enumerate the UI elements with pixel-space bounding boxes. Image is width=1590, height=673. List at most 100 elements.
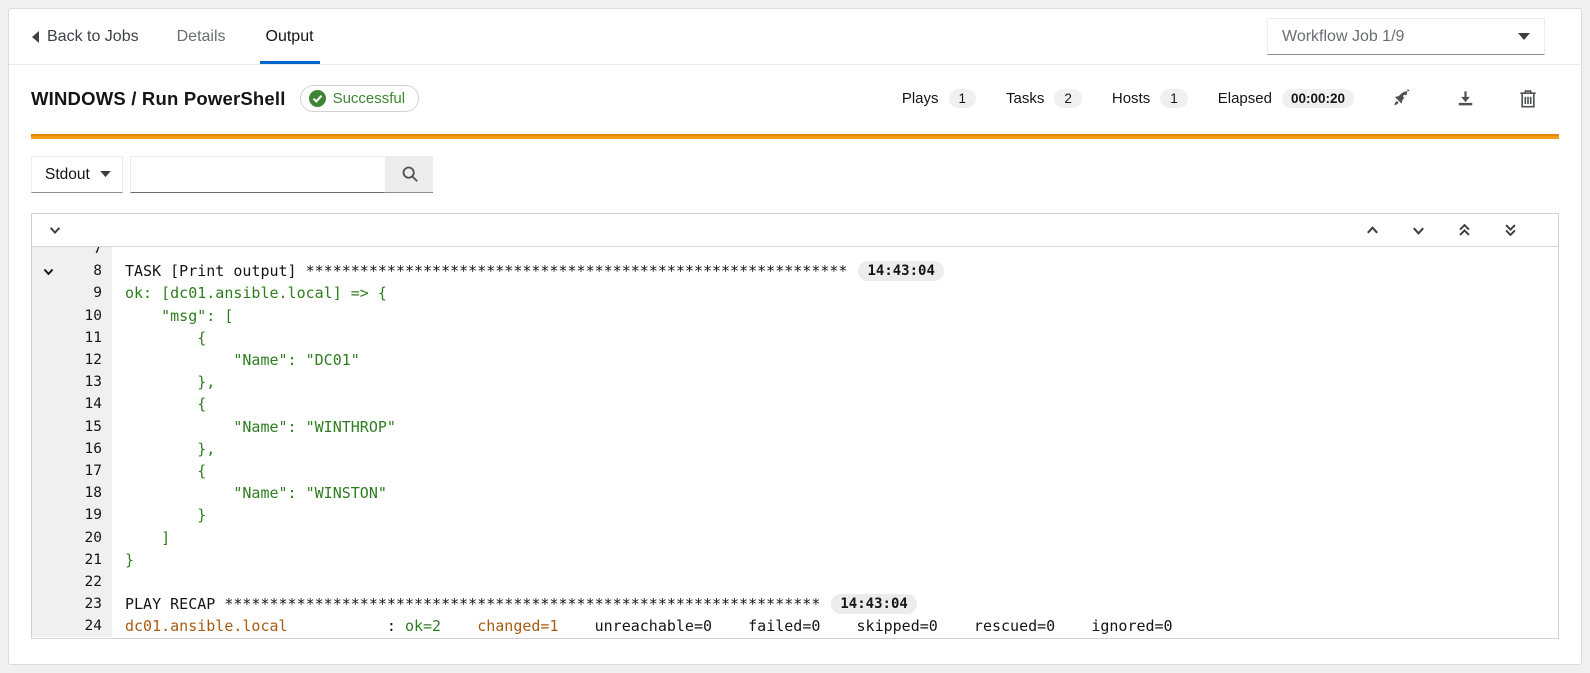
delete-job-button[interactable] [1519,89,1537,109]
line-number: 23 [64,596,112,612]
scroll-up-button[interactable] [1365,223,1380,238]
console-line: 13 }, [32,371,1558,393]
console-line: 12 "Name": "DC01" [32,349,1558,371]
download-icon [1456,89,1475,108]
line-text-segment: ok=2 [405,617,441,635]
workflow-job-select[interactable]: Workflow Job 1/9 [1267,18,1545,55]
status-badge: Successful [300,85,420,112]
job-status-bar [31,134,1559,139]
tab-details[interactable]: Details [171,9,232,64]
line-text-segment: { [125,395,206,413]
console-line: 10 "msg": [ [32,305,1558,327]
output-filter-select[interactable]: Stdout [31,156,123,193]
line-number: 19 [64,507,112,523]
search-input[interactable] [130,156,386,193]
console-line: 23 PLAY RECAP **************************… [32,593,1558,615]
line-content: "Name": "WINSTON" [112,482,387,504]
line-content: "Name": "DC01" [112,349,360,371]
tab-output[interactable]: Output [260,9,320,64]
line-gutter: 23 [32,593,112,615]
line-gutter: 22 [32,571,112,593]
expand-all-toggle[interactable] [48,223,62,237]
tabs-row: Back to Jobs Details Output Workflow Job… [9,9,1581,65]
job-stats: Plays 1 Tasks 2 Hosts 1 Elapsed 00:00:20 [872,89,1559,109]
line-content: } [112,504,206,526]
console-toolbar [32,214,1558,247]
output-search-row: Stdout [31,156,1559,193]
line-text-segment: { [125,462,206,480]
line-number: 7 [64,247,112,257]
search-button[interactable] [386,156,433,193]
line-expand-toggle[interactable] [32,265,64,278]
line-number: 16 [64,441,112,457]
console-output[interactable]: 7 8 TASK [Print output] ****************… [32,247,1558,638]
line-content: TASK [Print output] ********************… [112,260,944,282]
line-gutter: 21 [32,549,112,571]
workflow-job-select-value: Workflow Job 1/9 [1282,28,1404,46]
line-number: 18 [64,485,112,501]
line-text-segment: { [125,329,206,347]
line-gutter: 7 [32,247,112,260]
stat-hosts-label: Hosts [1112,90,1150,107]
line-number: 17 [64,463,112,479]
console-nav-controls [1365,222,1542,238]
console-line: 22 [32,571,1558,593]
scroll-to-top-button[interactable] [1457,222,1472,238]
back-to-jobs-label: Back to Jobs [47,28,139,46]
line-gutter: 12 [32,349,112,371]
relaunch-button[interactable] [1392,89,1412,109]
line-content: } [112,549,134,571]
line-number: 20 [64,530,112,546]
console-line: 11 { [32,327,1558,349]
line-gutter: 14 [32,393,112,415]
line-gutter: 15 [32,416,112,438]
elapsed-time-badge: 00:00:20 [1282,89,1354,108]
line-content: PLAY RECAP *****************************… [112,593,917,615]
hosts-count-badge: 1 [1160,89,1188,108]
stat-elapsed-label: Elapsed [1218,90,1272,107]
line-content: "msg": [ [112,305,233,327]
line-gutter: 8 [32,260,112,282]
line-content [112,571,125,593]
line-text-segment: PLAY RECAP *****************************… [125,595,820,613]
search-icon [401,165,419,183]
scroll-down-button[interactable] [1411,223,1426,238]
double-chevron-down-icon [1503,222,1518,238]
line-gutter: 13 [32,371,112,393]
console-line: 21 } [32,549,1558,571]
line-text-segment: : [288,617,405,635]
line-text-segment: unreachable=0 failed=0 skipped=0 rescued… [559,617,1173,635]
line-gutter: 24 [32,615,112,637]
stat-elapsed: Elapsed 00:00:20 [1218,89,1354,108]
stat-hosts: Hosts 1 [1112,89,1188,108]
scroll-to-bottom-button[interactable] [1503,222,1518,238]
chevron-down-icon [100,171,111,178]
line-gutter: 16 [32,438,112,460]
job-header: WINDOWS / Run PowerShell Successful Play… [9,65,1581,128]
chevron-down-icon [42,265,55,278]
line-number: 21 [64,552,112,568]
console-line: 18 "Name": "WINSTON" [32,482,1558,504]
line-number: 12 [64,352,112,368]
trash-icon [1519,89,1537,109]
double-chevron-up-icon [1457,222,1472,238]
chevron-down-icon [1518,33,1530,41]
line-text-segment [441,617,477,635]
line-content: { [112,460,206,482]
line-gutter: 20 [32,526,112,548]
line-text-segment: ok: [dc01.ansible.local] => { [125,284,387,302]
line-content: "Name": "WINTHROP" [112,416,396,438]
timestamp-badge: 14:43:04 [831,594,916,614]
back-caret-icon [31,31,40,43]
rocket-icon [1392,89,1412,109]
back-to-jobs-link[interactable]: Back to Jobs [31,9,139,64]
line-number: 22 [64,574,112,590]
line-content: { [112,327,206,349]
console-line: 19 } [32,504,1558,526]
line-text-segment: "msg": [ [125,307,233,325]
line-number: 11 [64,330,112,346]
console-line: 20 ] [32,526,1558,548]
timestamp-badge: 14:43:04 [858,261,943,281]
download-output-button[interactable] [1456,89,1475,108]
line-content: ] [112,526,170,548]
